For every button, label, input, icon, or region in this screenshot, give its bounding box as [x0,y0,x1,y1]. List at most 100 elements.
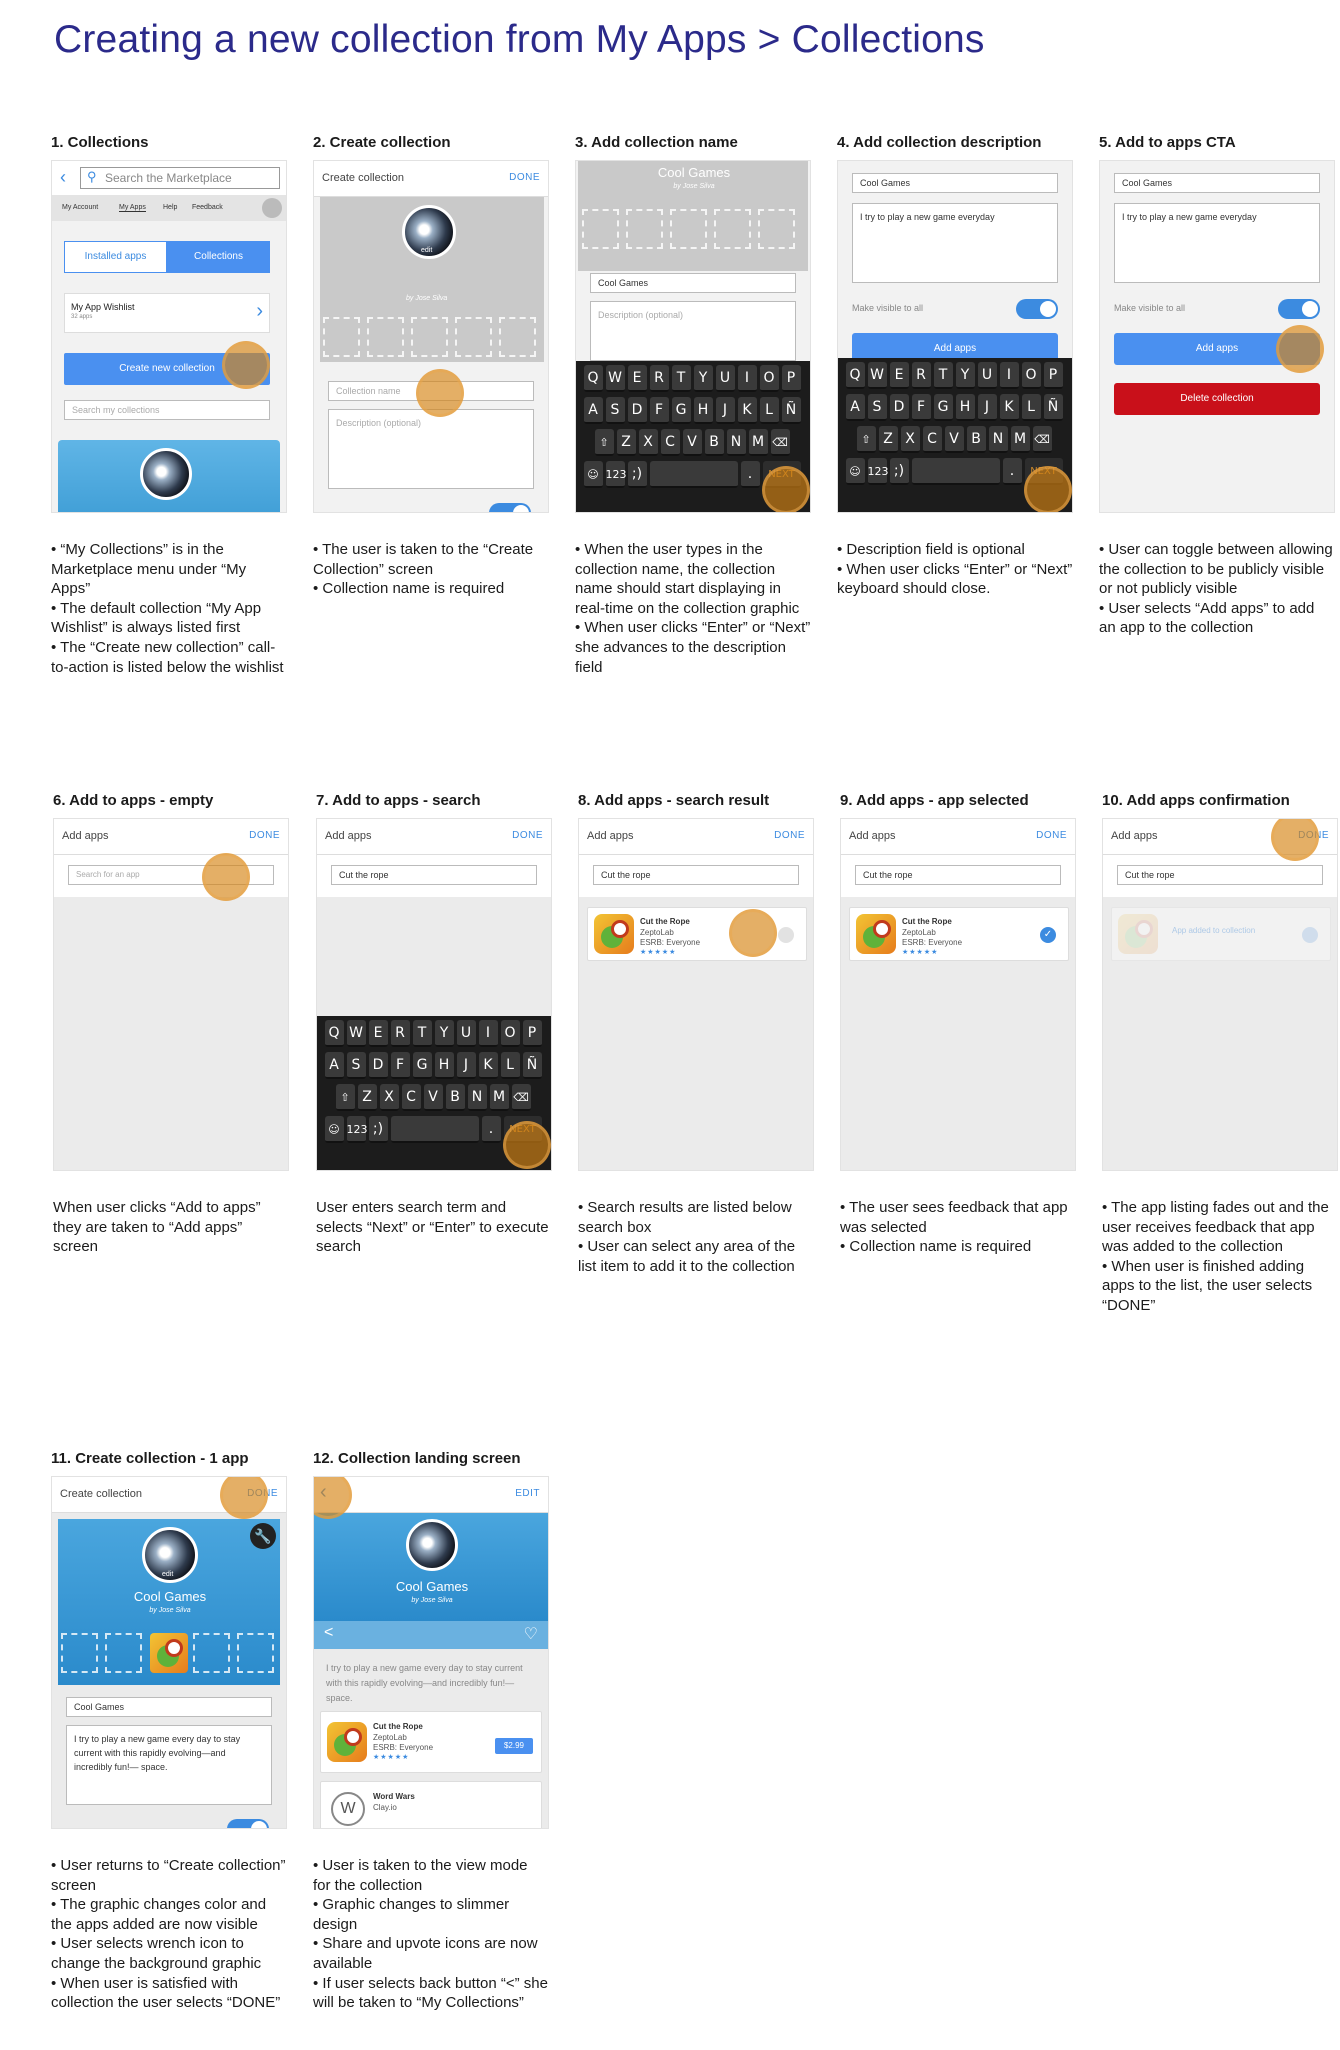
key[interactable]: Ñ [781,397,801,424]
tab-collections[interactable]: Collections [167,241,270,273]
key[interactable]: T [671,365,691,392]
description-input[interactable]: Description (optional) [590,301,796,361]
key[interactable]: . [481,1116,501,1143]
visibility-toggle[interactable] [1016,299,1058,319]
description-input[interactable]: Description (optional) [328,409,534,489]
unchecked-circle-icon[interactable] [778,927,794,943]
key[interactable]: P [522,1020,542,1047]
key[interactable]: V [682,429,702,456]
description-input[interactable]: I try to play a new game everyday [1114,203,1320,283]
key[interactable]: Y [955,362,975,389]
key[interactable]: D [368,1052,388,1079]
key[interactable]: Y [434,1020,454,1047]
key[interactable]: . [1002,458,1022,485]
collection-name-input[interactable]: Cool Games [66,1697,272,1717]
app-list-item[interactable]: Cut the Rope ZeptoLab ESRB: Everyone ★★★… [849,907,1069,961]
camera-icon[interactable] [262,198,282,218]
backspace-icon[interactable]: ⌫ [511,1084,531,1111]
visibility-toggle[interactable] [489,503,531,512]
marketplace-search-input[interactable]: ⚲ Search the Marketplace [80,167,280,189]
key[interactable]: Z [878,426,898,453]
key[interactable]: X [638,429,658,456]
app-list-item[interactable]: W Word Wars Clay.io [320,1781,542,1828]
key[interactable]: D [627,397,647,424]
key[interactable]: M [748,429,768,456]
key[interactable]: L [759,397,779,424]
back-icon[interactable]: ‹ [60,167,66,188]
key[interactable]: X [379,1084,399,1111]
key[interactable]: S [346,1052,366,1079]
key[interactable]: J [977,394,997,421]
key[interactable]: G [671,397,691,424]
done-button[interactable]: DONE [1036,830,1067,841]
key[interactable]: ;) [627,461,647,488]
key[interactable]: C [660,429,680,456]
tab-installed-apps[interactable]: Installed apps [64,241,167,273]
key[interactable]: W [605,365,625,392]
key[interactable]: Z [357,1084,377,1111]
key[interactable]: Ñ [522,1052,542,1079]
delete-collection-button[interactable]: Delete collection [1114,383,1320,415]
key[interactable]: D [889,394,909,421]
key[interactable]: L [500,1052,520,1079]
key[interactable]: F [390,1052,410,1079]
key[interactable]: ;) [368,1116,388,1143]
key[interactable]: U [977,362,997,389]
key[interactable]: Z [616,429,636,456]
key[interactable]: I [999,362,1019,389]
price-button[interactable]: $2.99 [495,1738,533,1754]
key[interactable]: ;) [889,458,909,485]
emoji-icon[interactable]: ☺ [845,458,865,485]
key[interactable]: E [627,365,647,392]
menu-item-help[interactable]: Help [163,204,177,211]
done-button[interactable]: DONE [509,172,540,183]
menu-item-my-apps[interactable]: My Apps [119,204,146,212]
edit-button[interactable]: EDIT [515,1488,540,1499]
space-key[interactable] [911,458,1000,485]
key[interactable]: N [726,429,746,456]
key[interactable]: J [456,1052,476,1079]
key[interactable]: B [704,429,724,456]
description-input[interactable]: I try to play a new game every day to st… [66,1725,272,1805]
key[interactable]: J [715,397,735,424]
key[interactable]: U [456,1020,476,1047]
key[interactable]: R [649,365,669,392]
key[interactable]: Q [845,362,865,389]
key[interactable]: I [737,365,757,392]
menu-item-feedback[interactable]: Feedback [192,204,223,211]
key[interactable]: E [368,1020,388,1047]
key[interactable]: K [737,397,757,424]
key[interactable]: C [401,1084,421,1111]
wrench-icon[interactable]: 🔧 [250,1523,276,1549]
wishlist-item[interactable]: My App Wishlist 32 apps › [64,293,270,333]
num-key[interactable]: 123 [605,461,627,488]
key[interactable]: M [489,1084,509,1111]
key[interactable]: K [478,1052,498,1079]
description-input[interactable]: I try to play a new game everyday [852,203,1058,283]
app-search-input[interactable]: Cut the rope [331,865,537,885]
key[interactable]: L [1021,394,1041,421]
share-icon[interactable]: < [324,1624,333,1642]
backspace-icon[interactable]: ⌫ [770,429,790,456]
key[interactable]: H [434,1052,454,1079]
visibility-toggle[interactable] [1278,299,1320,319]
key[interactable]: F [911,394,931,421]
done-button[interactable]: DONE [774,830,805,841]
backspace-icon[interactable]: ⌫ [1032,426,1052,453]
app-search-input[interactable]: Cut the rope [1117,865,1323,885]
key[interactable]: N [467,1084,487,1111]
key[interactable]: S [867,394,887,421]
shift-icon[interactable]: ⇧ [594,429,614,456]
app-list-item[interactable]: Cut the Rope ZeptoLab ESRB: Everyone ★★★… [320,1711,542,1773]
key[interactable]: R [390,1020,410,1047]
key[interactable]: V [423,1084,443,1111]
app-search-input[interactable]: Cut the rope [593,865,799,885]
key[interactable]: O [1021,362,1041,389]
key[interactable]: M [1010,426,1030,453]
heart-icon[interactable]: ♡ [524,1624,538,1644]
key[interactable]: U [715,365,735,392]
key[interactable]: B [966,426,986,453]
key[interactable]: G [933,394,953,421]
collection-name-input[interactable]: Cool Games [1114,173,1320,193]
num-key[interactable]: 123 [867,458,889,485]
